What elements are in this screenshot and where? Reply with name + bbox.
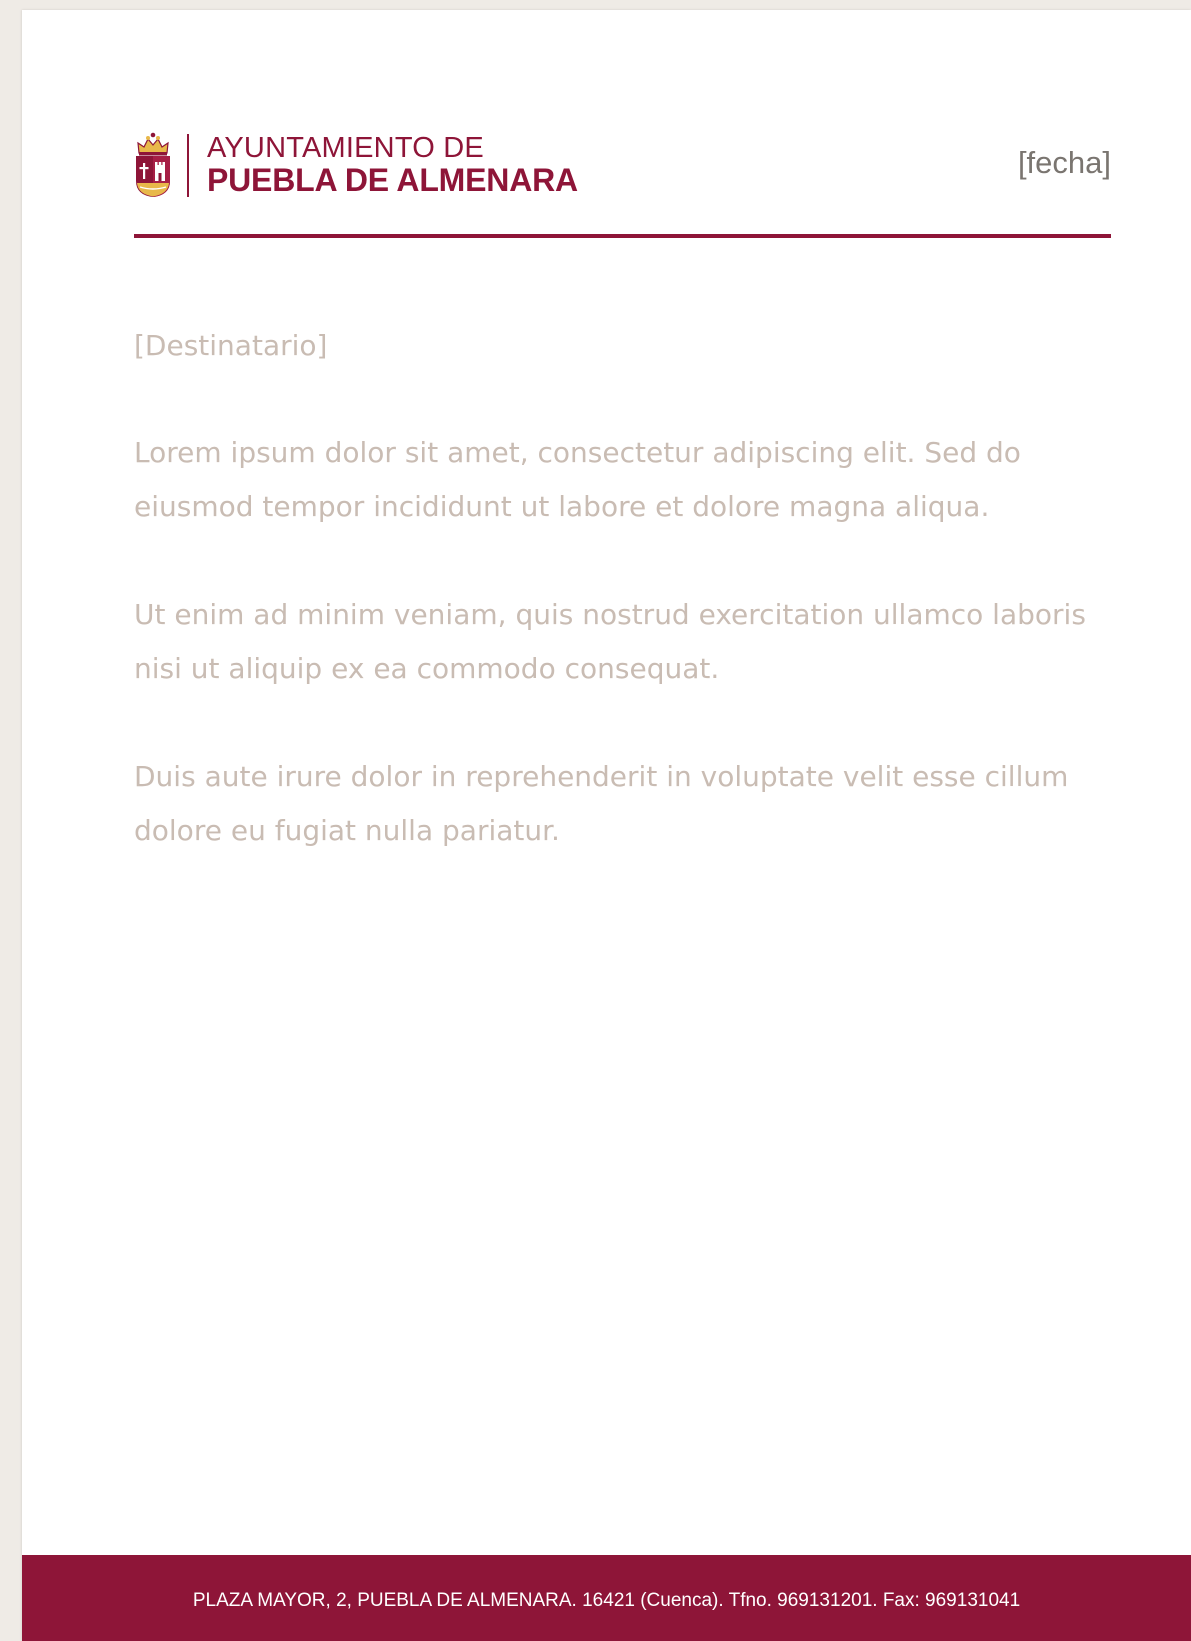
letterhead-header: AYUNTAMIENTO DE PUEBLA DE ALMENARA [fech… [134,125,1111,205]
logo-divider [187,133,189,197]
municipality-name: AYUNTAMIENTO DE PUEBLA DE ALMENARA [207,132,578,198]
letterhead-footer: PLAZA MAYOR, 2, PUEBLA DE ALMENARA. 1642… [22,1555,1191,1641]
recipient-placeholder: [Destinatario] [134,329,328,362]
letter-body: [Destinatario] Lorem ipsum dolor sit ame… [134,328,1134,912]
body-paragraph-1: Lorem ipsum dolor sit amet, consectetur … [134,436,1021,523]
date-placeholder: [fecha] [1017,145,1111,180]
logo-line-2: PUEBLA DE ALMENARA [207,162,578,198]
footer-address: PLAZA MAYOR, 2, PUEBLA DE ALMENARA. 1642… [192,1589,1021,1611]
logo-line-1: AYUNTAMIENTO DE [207,132,484,164]
letterhead-page: AYUNTAMIENTO DE PUEBLA DE ALMENARA [fech… [22,10,1191,1641]
body-paragraph-3: Duis aute irure dolor in reprehenderit i… [134,760,1069,847]
municipal-logo: AYUNTAMIENTO DE PUEBLA DE ALMENARA [134,125,578,205]
header-rule [134,234,1111,238]
body-paragraph-2: Ut enim ad minim veniam, quis nostrud ex… [134,598,1086,685]
coat-of-arms-icon [136,132,170,197]
